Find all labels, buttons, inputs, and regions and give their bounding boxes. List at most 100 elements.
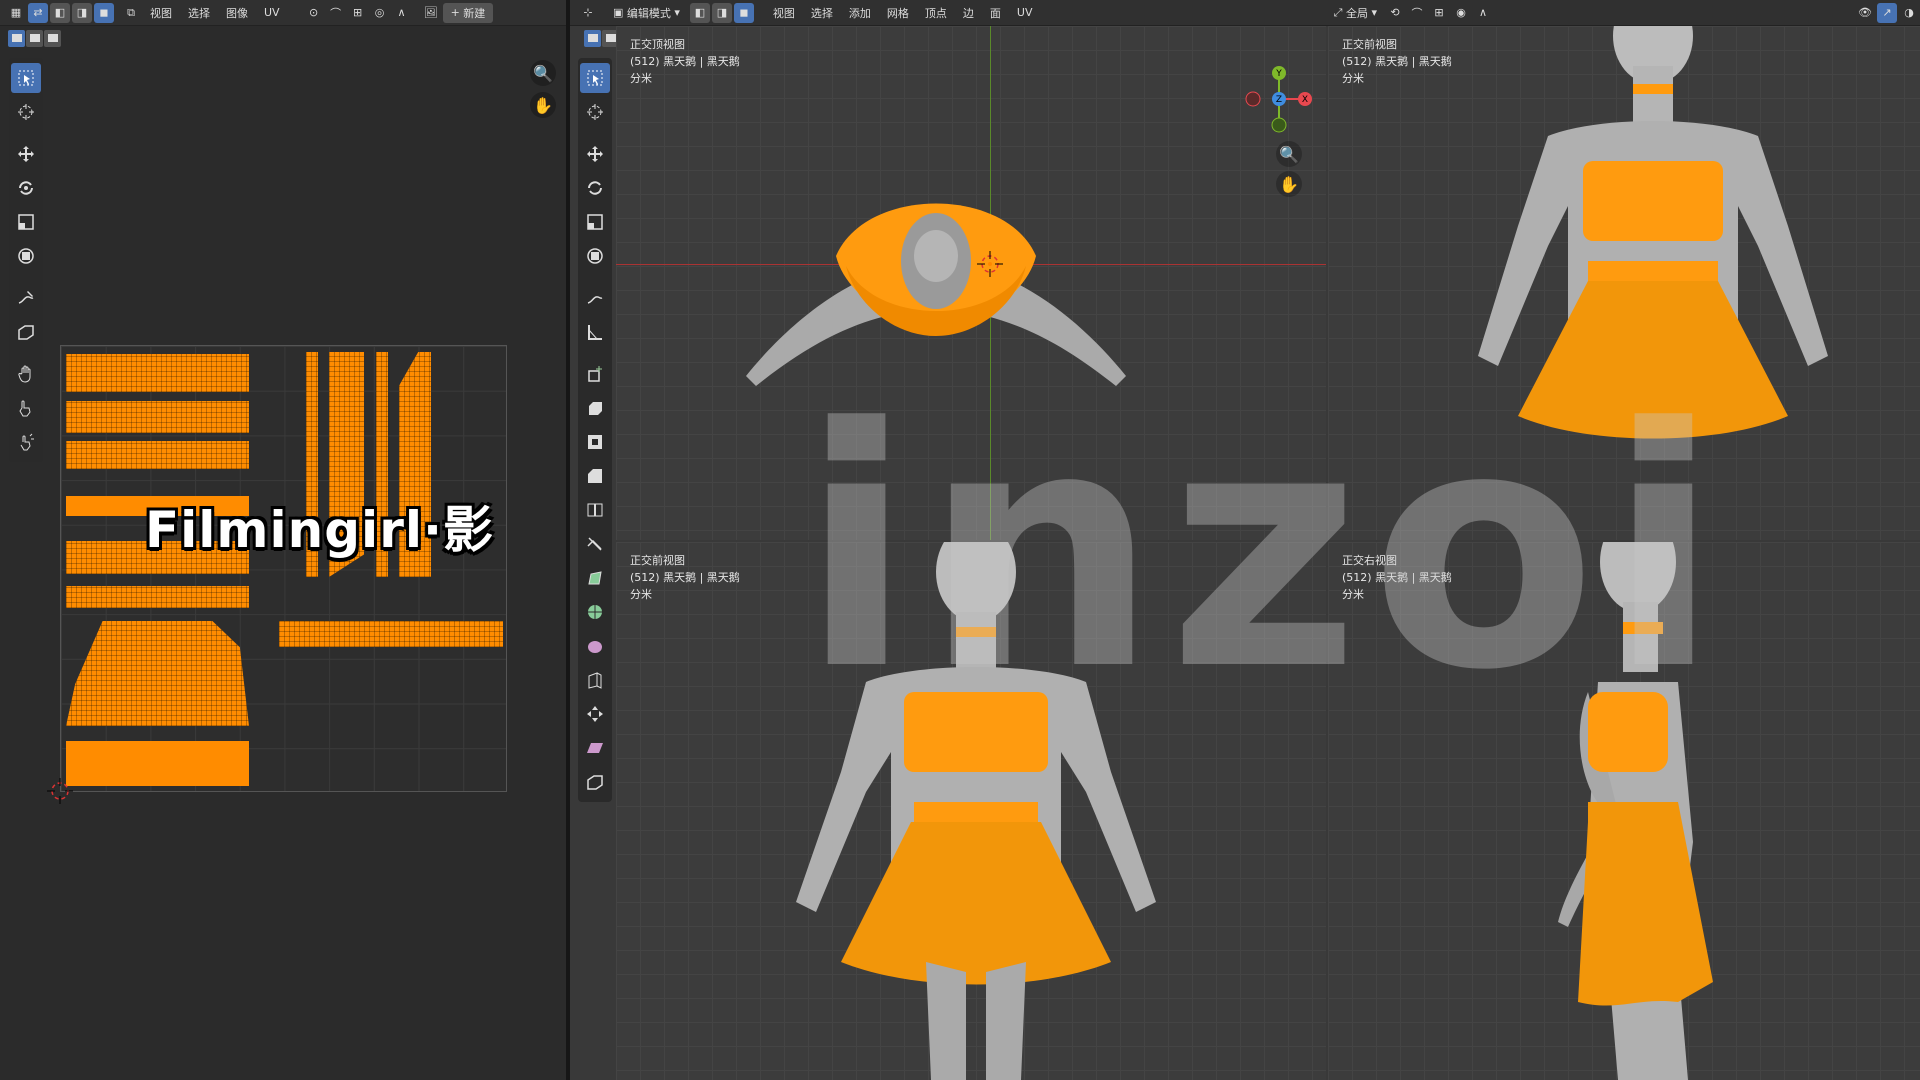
vertex-mode-icon[interactable]: ◧	[689, 2, 710, 23]
uv-zoom-icon[interactable]: 🔍	[530, 60, 556, 86]
pinch-tool[interactable]	[11, 427, 41, 457]
edge-select-icon[interactable]: ◨	[72, 2, 92, 23]
select-box-tool[interactable]	[580, 63, 610, 93]
pan-hand-icon[interactable]: ✋	[1276, 171, 1302, 197]
menu-select[interactable]: 选择	[803, 5, 841, 21]
proportional-icon[interactable]: ◎	[370, 3, 390, 23]
loop-cut-tool[interactable]	[580, 495, 610, 525]
mode-label: 编辑模式	[626, 6, 671, 20]
sync-selection-icon[interactable]: ⇄	[28, 2, 48, 23]
snapping-icon[interactable]: ⌒	[1407, 3, 1427, 23]
edge-mode-icon[interactable]: ◨	[711, 2, 732, 23]
view-title: 正交前视图	[1342, 38, 1397, 51]
uv-island-top[interactable]	[66, 621, 249, 726]
mode-selector[interactable]: ▣ 编辑模式 ▾	[605, 3, 688, 23]
select-new-icon[interactable]	[8, 29, 25, 47]
uv-menu-image[interactable]: 图像	[218, 5, 256, 21]
select-extend-icon[interactable]	[26, 29, 43, 47]
cursor-tool[interactable]	[580, 97, 610, 127]
spin-tool[interactable]	[580, 597, 610, 627]
select-box-tool[interactable]	[11, 63, 41, 93]
face-mode-icon[interactable]: ◼	[733, 2, 754, 23]
menu-mesh[interactable]: 网格	[879, 5, 917, 21]
sticky-mode-icon[interactable]: ⧉	[121, 3, 141, 23]
uv-island[interactable]	[66, 354, 249, 392]
edge-slide-tool[interactable]	[580, 665, 610, 695]
rip-region-tool[interactable]	[580, 767, 610, 797]
select-new-icon[interactable]	[584, 29, 601, 47]
shear-tool[interactable]	[580, 733, 610, 763]
pivot-point-icon[interactable]: ⟲	[1385, 3, 1405, 23]
zoom-icon[interactable]: 🔍	[1276, 141, 1302, 167]
extrude-tool[interactable]	[580, 393, 610, 423]
uv-island[interactable]	[66, 741, 249, 786]
falloff-curve-icon[interactable]: ∧	[1473, 3, 1493, 23]
overlay-icon[interactable]: ◑	[1899, 3, 1919, 23]
menu-vertex[interactable]: 顶点	[917, 5, 955, 21]
menu-add[interactable]: 添加	[841, 5, 879, 21]
snap-icon[interactable]: ⌒	[326, 3, 346, 23]
visibility-icon[interactable]: 👁	[1855, 3, 1875, 23]
gizmo-y-label: Y	[1275, 69, 1282, 79]
uv-island[interactable]	[66, 586, 249, 608]
logo-watermark: inzoi	[800, 358, 1730, 742]
move-tool[interactable]	[11, 139, 41, 169]
uv-island[interactable]	[66, 401, 249, 433]
select-subtract-icon[interactable]	[44, 29, 61, 47]
add-cube-tool[interactable]	[580, 359, 610, 389]
view-title: 正交顶视图	[630, 38, 685, 51]
smooth-tool[interactable]	[580, 631, 610, 661]
knife-tool[interactable]	[580, 529, 610, 559]
viewport-info: 正交前视图 (512) 黑天鹅 | 黑天鹅 分米	[1342, 36, 1452, 87]
menu-uv[interactable]: UV	[1009, 6, 1041, 19]
menu-view[interactable]: 视图	[765, 5, 803, 21]
snap-element-icon[interactable]: ⊞	[1429, 3, 1449, 23]
rip-region-tool[interactable]	[11, 317, 41, 347]
uv-menu-select[interactable]: 选择	[180, 5, 218, 21]
scale-tool[interactable]	[11, 207, 41, 237]
snap-target-icon[interactable]: ⊞	[348, 3, 368, 23]
editor-type-icon[interactable]: ▦	[6, 3, 26, 23]
3d-viewport-area: ⊹ ▣ 编辑模式 ▾ ◧ ◨ ◼ 视图 选择 添加 网格 顶点 边 面 UV ⤢…	[570, 0, 1920, 1080]
orientation-selector[interactable]: ⤢ 全局 ▾	[1328, 3, 1383, 23]
cursor-tool[interactable]	[11, 97, 41, 127]
3d-toolbar	[578, 58, 612, 802]
navigation-gizmo[interactable]: Y X Z	[1241, 61, 1317, 137]
shrink-fatten-tool[interactable]	[580, 699, 610, 729]
grab-hand-tool[interactable]	[11, 359, 41, 389]
viewport-info: 正交顶视图 (512) 黑天鹅 | 黑天鹅 分米	[630, 36, 740, 87]
uv-island-band[interactable]	[279, 621, 503, 647]
transform-tool[interactable]	[580, 241, 610, 271]
new-image-button[interactable]: + 新建	[442, 2, 494, 23]
inset-tool[interactable]	[580, 427, 610, 457]
transform-tool[interactable]	[11, 241, 41, 271]
uv-island[interactable]	[66, 441, 249, 469]
bevel-tool[interactable]	[580, 461, 610, 491]
menu-face[interactable]: 面	[982, 5, 1009, 21]
relax-tool[interactable]	[11, 393, 41, 423]
uv-menu-uv[interactable]: UV	[256, 6, 288, 19]
rotate-tool[interactable]	[580, 173, 610, 203]
proportional-edit-icon[interactable]: ◉	[1451, 3, 1471, 23]
pivot-icon[interactable]: ⊙	[304, 3, 324, 23]
uv-pan-hand-icon[interactable]: ✋	[530, 92, 556, 118]
annotate-tool[interactable]	[11, 283, 41, 313]
face-select-icon[interactable]: ◼	[94, 2, 114, 23]
gizmo-toggle-icon[interactable]: ↗	[1877, 2, 1897, 23]
poly-build-tool[interactable]	[580, 563, 610, 593]
vertex-select-icon[interactable]: ◧	[50, 2, 70, 23]
3d-cursor-icon	[977, 251, 1003, 277]
falloff-icon[interactable]: ∧	[392, 3, 412, 23]
rotate-tool[interactable]	[11, 173, 41, 203]
uv-canvas[interactable]	[60, 345, 507, 792]
uv-menu-view[interactable]: 视图	[142, 5, 180, 21]
scale-tool[interactable]	[580, 207, 610, 237]
image-browse-icon[interactable]: 🖼	[421, 3, 441, 23]
annotate-tool[interactable]	[580, 283, 610, 313]
editor-type-3d-icon[interactable]: ⊹	[578, 3, 598, 23]
uv-editor-header: ▦ ⇄ ◧ ◨ ◼ ⧉ 视图 选择 图像 UV ⊙ ⌒ ⊞ ◎ ∧ 🖼 + 新建	[0, 0, 566, 26]
move-tool[interactable]	[580, 139, 610, 169]
menu-edge[interactable]: 边	[955, 5, 982, 21]
measure-tool[interactable]	[580, 317, 610, 347]
viewport-info: 正交前视图 (512) 黑天鹅 | 黑天鹅 分米	[630, 552, 740, 603]
